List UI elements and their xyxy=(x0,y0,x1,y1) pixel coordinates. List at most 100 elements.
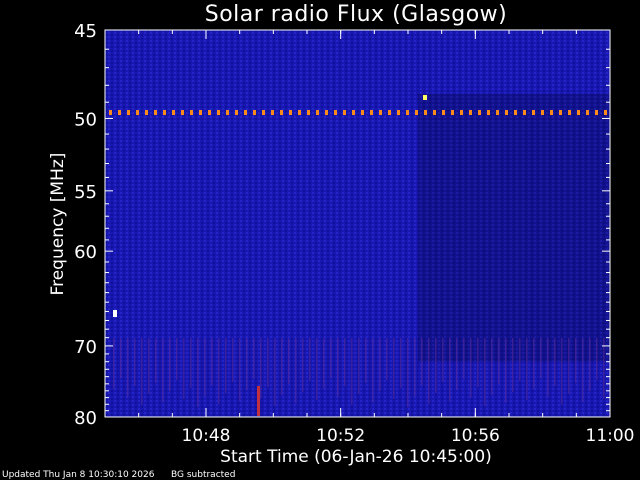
low-band-streak xyxy=(183,338,185,399)
interference-dot xyxy=(568,110,571,116)
dimmer-block xyxy=(418,93,610,362)
interference-dot xyxy=(244,110,247,116)
x-axis-label: Start Time (06-Jan-26 10:45:00) xyxy=(220,447,492,467)
interference-dot xyxy=(559,110,562,116)
low-band-streak xyxy=(113,338,115,389)
low-band-streak xyxy=(267,338,269,387)
low-band-streak xyxy=(337,338,339,397)
interference-dot xyxy=(451,110,454,116)
low-band-streak xyxy=(554,338,556,386)
interference-dot xyxy=(424,110,427,116)
interference-dot xyxy=(550,110,553,116)
low-band-streak xyxy=(281,338,283,395)
interference-dot xyxy=(595,110,598,116)
low-band-streak xyxy=(428,338,430,404)
low-band-streak xyxy=(225,338,227,393)
low-band-streak xyxy=(372,338,374,402)
low-band-streak xyxy=(589,338,591,391)
interference-dot xyxy=(307,110,310,116)
interference-dot xyxy=(271,110,274,116)
low-band-streak xyxy=(463,338,465,379)
interference-dot xyxy=(469,110,472,116)
low-band-streak xyxy=(239,338,241,401)
low-band-streak xyxy=(330,338,332,378)
interference-dot xyxy=(118,110,121,116)
interference-dot xyxy=(460,110,463,116)
low-band-streak xyxy=(148,338,150,394)
interference-dot xyxy=(235,110,238,116)
low-band-streak xyxy=(435,338,437,393)
interference-dot xyxy=(505,110,508,116)
interference-dot xyxy=(496,110,499,116)
low-band-streak xyxy=(400,338,402,388)
low-band-streak xyxy=(309,338,311,381)
interference-dot xyxy=(253,110,256,116)
low-band-streak xyxy=(127,338,129,397)
low-band-streak xyxy=(540,338,542,378)
interference-dot xyxy=(334,110,337,116)
low-band-streak xyxy=(379,338,381,391)
low-band-streak xyxy=(421,338,423,385)
low-band-streak xyxy=(491,338,493,395)
low-band-streak xyxy=(316,338,318,400)
low-band-streak xyxy=(197,338,199,407)
low-band-streak xyxy=(162,338,164,402)
y-tick-label: 45 xyxy=(74,21,97,42)
interference-dot xyxy=(370,110,373,116)
low-band-streak xyxy=(512,338,514,392)
low-band-streak xyxy=(218,338,220,404)
y-tick-label: 50 xyxy=(74,109,97,130)
low-band-streak xyxy=(358,338,360,394)
interference-dot xyxy=(163,110,166,116)
interference-dot xyxy=(415,110,418,116)
low-band-streak xyxy=(246,338,248,390)
low-band-streak xyxy=(365,338,367,383)
interference-dot xyxy=(406,110,409,116)
low-band-streak xyxy=(582,338,584,402)
low-band-streak xyxy=(134,338,136,386)
plot-area xyxy=(104,29,611,418)
interference-dot xyxy=(352,110,355,116)
low-band-streak xyxy=(386,338,388,380)
y-tick-label: 80 xyxy=(74,408,97,429)
burst-streak xyxy=(257,386,260,416)
low-band-streak xyxy=(414,338,416,396)
interference-dot xyxy=(577,110,580,116)
low-band-streak xyxy=(470,338,472,398)
interference-dot xyxy=(280,110,283,116)
low-band-streak xyxy=(442,338,444,382)
low-band-streak xyxy=(484,338,486,406)
interference-dot xyxy=(190,110,193,116)
interference-dot xyxy=(379,110,382,116)
low-band-streak xyxy=(575,338,577,383)
interference-dot xyxy=(343,110,346,116)
y-tick-label: 70 xyxy=(74,337,97,358)
interference-dot xyxy=(127,110,130,116)
low-band-streak xyxy=(526,338,528,400)
interference-dot xyxy=(532,110,535,116)
updated-timestamp: Updated Thu Jan 8 10:30:10 2026 xyxy=(2,470,155,480)
interference-dot xyxy=(478,110,481,116)
interference-dot xyxy=(604,110,607,116)
interference-dot xyxy=(217,110,220,116)
bright-pixel xyxy=(113,310,117,317)
interference-dot xyxy=(388,110,391,116)
low-band-streak xyxy=(351,338,353,405)
interference-dot xyxy=(208,110,211,116)
y-tick-label: 60 xyxy=(74,242,97,263)
low-band-streak xyxy=(533,338,535,389)
low-band-streak xyxy=(505,338,507,403)
low-band-streak xyxy=(498,338,500,384)
y-axis-label: Frequency [MHz] xyxy=(48,153,68,296)
interference-dot xyxy=(514,110,517,116)
low-band-streak xyxy=(302,338,304,392)
low-band-streak xyxy=(120,338,122,378)
interference-dot xyxy=(397,110,400,116)
low-band-streak xyxy=(449,338,451,401)
low-band-streak xyxy=(561,338,563,405)
low-band-streak xyxy=(323,338,325,389)
interference-dot xyxy=(172,110,175,116)
low-band-streak xyxy=(407,338,409,407)
low-band-streak xyxy=(155,338,157,383)
x-tick-label: 10:48 xyxy=(182,426,231,446)
